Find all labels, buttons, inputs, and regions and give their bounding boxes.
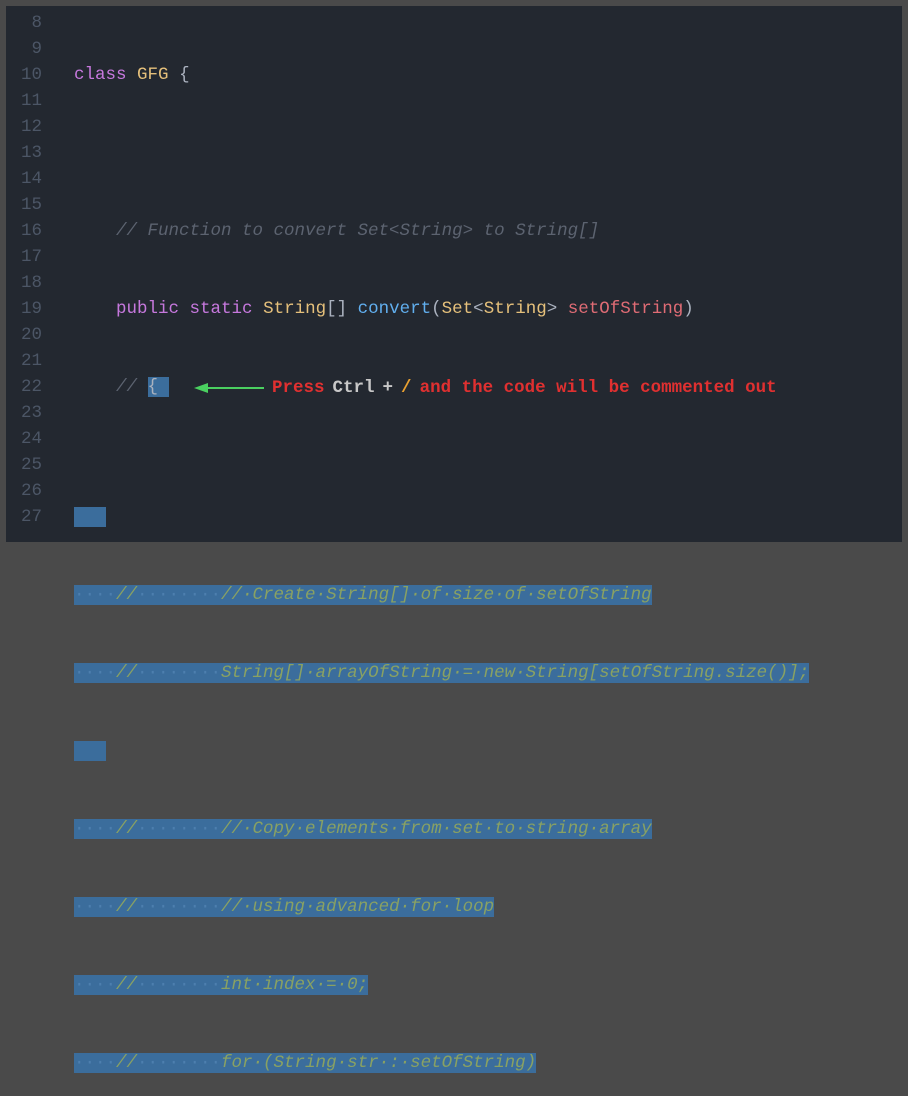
line-number: 25 <box>6 452 42 478</box>
line-number: 23 <box>6 400 42 426</box>
code-line-20[interactable]: ····//········for·(String·str·:·setOfStr… <box>74 1050 902 1076</box>
line-number: 14 <box>6 166 42 192</box>
code-line-17[interactable]: ····//········//·Copy·elements·from·set·… <box>74 816 902 842</box>
code-line-8[interactable]: class GFG { <box>74 62 902 88</box>
line-number: 9 <box>6 36 42 62</box>
line-number: 11 <box>6 88 42 114</box>
line-number: 10 <box>6 62 42 88</box>
code-line-10[interactable]: // Function to convert Set<String> to St… <box>74 218 902 244</box>
line-number: 18 <box>6 270 42 296</box>
code-area[interactable]: class GFG { // Function to convert Set<S… <box>54 6 902 542</box>
code-line-11[interactable]: public static String[] convert(Set<Strin… <box>74 296 902 322</box>
arrow-left-icon <box>194 378 264 398</box>
annot-slash: / <box>401 375 412 401</box>
code-line-18[interactable]: ····//········//·using·advanced·for·loop <box>74 894 902 920</box>
line-number: 13 <box>6 140 42 166</box>
annot-rest: and the code will be commented out <box>420 375 777 401</box>
line-number: 16 <box>6 218 42 244</box>
annot-ctrl: Ctrl <box>333 375 375 401</box>
annotation-overlay: Press Ctrl + / and the code will be comm… <box>194 375 777 401</box>
code-line-14[interactable]: ····//········//·Create·String[]·of·size… <box>74 582 902 608</box>
annot-plus: + <box>383 375 394 401</box>
line-number: 27 <box>6 504 42 530</box>
line-number-gutter: 8 9 10 11 12 13 14 15 16 17 18 19 20 21 … <box>6 6 54 542</box>
line-number: 26 <box>6 478 42 504</box>
line-number: 17 <box>6 244 42 270</box>
line-number: 20 <box>6 322 42 348</box>
code-line-12[interactable]: // { Press Ctrl + / and the code will be… <box>74 374 902 452</box>
line-number: 21 <box>6 348 42 374</box>
code-line-9[interactable] <box>74 140 902 166</box>
code-line-16[interactable] <box>74 738 902 764</box>
line-number: 24 <box>6 426 42 452</box>
line-number: 19 <box>6 296 42 322</box>
code-line-13[interactable] <box>74 504 902 530</box>
line-number: 12 <box>6 114 42 140</box>
line-number: 15 <box>6 192 42 218</box>
code-editor[interactable]: 8 9 10 11 12 13 14 15 16 17 18 19 20 21 … <box>6 6 902 542</box>
annot-press: Press <box>272 375 325 401</box>
code-line-15[interactable]: ····//········String[]·arrayOfString·=·n… <box>74 660 902 686</box>
line-number: 22 <box>6 374 42 400</box>
code-line-19[interactable]: ····//········int·index·=·0; <box>74 972 902 998</box>
line-number: 8 <box>6 10 42 36</box>
